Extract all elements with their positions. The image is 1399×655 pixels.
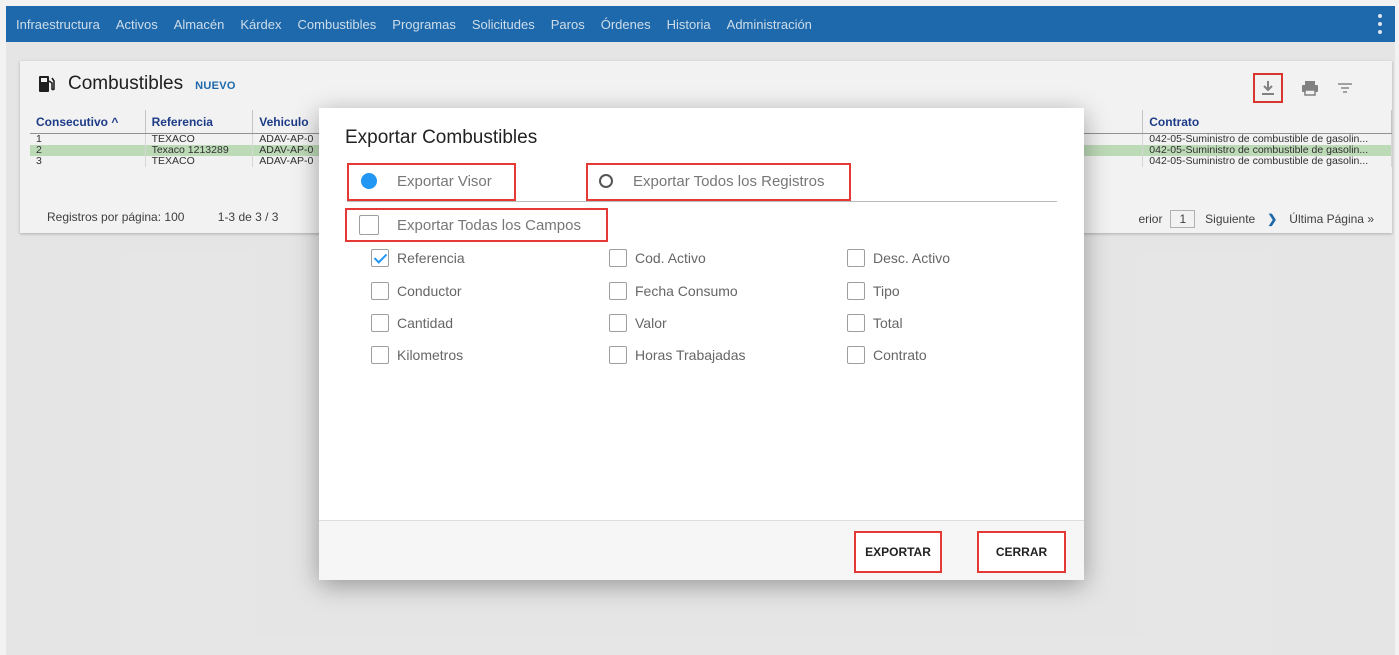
field-label: Cod. Activo <box>635 250 706 266</box>
field-checkbox-cantidad[interactable]: Cantidad <box>371 314 453 332</box>
field-label: Contrato <box>873 347 927 363</box>
field-checkbox-horas-trabajadas[interactable]: Horas Trabajadas <box>609 346 746 364</box>
export-all-fields-checkbox[interactable]: Exportar Todas los Campos <box>345 208 608 242</box>
checkbox-checked-icon[interactable] <box>371 249 389 267</box>
field-label: Tipo <box>873 283 900 299</box>
field-checkbox-cod-activo[interactable]: Cod. Activo <box>609 249 706 267</box>
checkbox-icon[interactable] <box>609 282 627 300</box>
field-label: Referencia <box>397 250 465 266</box>
export-button[interactable]: EXPORTAR <box>854 531 942 573</box>
field-checkbox-fecha-consumo[interactable]: Fecha Consumo <box>609 282 738 300</box>
dialog-title: Exportar Combustibles <box>345 127 538 148</box>
checkbox-icon[interactable] <box>609 249 627 267</box>
checkbox-icon[interactable] <box>371 282 389 300</box>
field-checkbox-referencia[interactable]: Referencia <box>371 249 465 267</box>
radio-export-viewer[interactable]: Exportar Visor <box>361 163 492 199</box>
field-label: Fecha Consumo <box>635 283 738 299</box>
checkbox-icon[interactable] <box>847 282 865 300</box>
field-checkbox-valor[interactable]: Valor <box>609 314 667 332</box>
checkbox-icon[interactable] <box>371 314 389 332</box>
radio-export-viewer-label: Exportar Visor <box>397 172 492 190</box>
dialog-footer: EXPORTAR CERRAR <box>319 520 1084 580</box>
radio-unselected-icon[interactable] <box>599 174 613 188</box>
checkbox-icon[interactable] <box>847 314 865 332</box>
field-label: Conductor <box>397 283 462 299</box>
radio-export-all-label: Exportar Todos los Registros <box>633 172 825 190</box>
checkbox-icon[interactable] <box>359 215 379 235</box>
field-label: Total <box>873 315 903 331</box>
radio-export-all[interactable]: Exportar Todos los Registros <box>599 163 824 199</box>
export-scope-group: Exportar Visor Exportar Todos los Regist… <box>347 163 1057 202</box>
field-label: Kilometros <box>397 347 464 363</box>
checkbox-icon[interactable] <box>609 314 627 332</box>
checkbox-icon[interactable] <box>609 346 627 364</box>
field-checkbox-tipo[interactable]: Tipo <box>847 282 900 300</box>
field-label: Valor <box>635 315 667 331</box>
checkbox-icon[interactable] <box>847 249 865 267</box>
checkbox-icon[interactable] <box>847 346 865 364</box>
field-checkbox-kilometros[interactable]: Kilometros <box>371 346 463 364</box>
close-button[interactable]: CERRAR <box>977 531 1066 573</box>
field-label: Desc. Activo <box>873 250 951 266</box>
field-checkbox-total[interactable]: Total <box>847 314 903 332</box>
field-checkbox-contrato[interactable]: Contrato <box>847 346 927 364</box>
field-label: Horas Trabajadas <box>635 347 746 363</box>
export-all-fields-label: Exportar Todas los Campos <box>397 216 581 234</box>
field-checkbox-conductor[interactable]: Conductor <box>371 282 462 300</box>
field-checkbox-desc-activo[interactable]: Desc. Activo <box>847 249 950 267</box>
export-dialog: Exportar Combustibles Exportar Visor Exp… <box>319 108 1084 580</box>
checkbox-icon[interactable] <box>371 346 389 364</box>
radio-selected-icon[interactable] <box>361 173 377 189</box>
field-label: Cantidad <box>397 315 454 331</box>
